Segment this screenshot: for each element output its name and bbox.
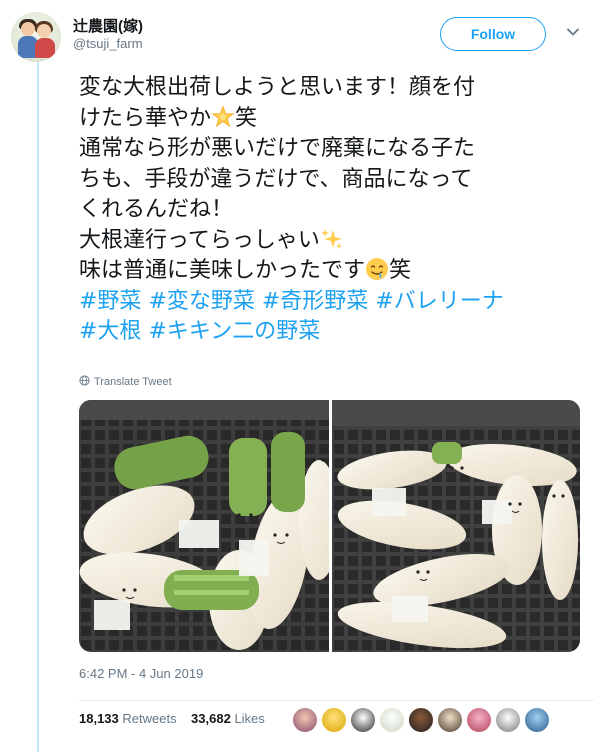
chevron-down-icon[interactable] [566,25,580,39]
tweet-line-text: 笑 [235,105,258,131]
tweet-line-text: 笑 [389,258,412,283]
hashtag-link[interactable]: #変な野菜 [148,289,254,314]
avatar-man-face [21,22,35,36]
likes-label: Likes [234,711,265,726]
retweets-stat[interactable]: 18,133 Retweets [79,711,177,726]
hashtag-line-1: #野菜 #変な野菜 #奇形野菜 #バレリーナ [79,287,594,318]
liker-avatar[interactable] [379,707,405,733]
tweet-line-text: けたら華やか [79,105,212,131]
hashtag-line-2: #大根 #キキン二の野菜 [79,317,594,348]
liker-avatar[interactable] [292,707,318,733]
retweets-label: Retweets [122,711,177,726]
tweet-line-1: 変な大根出荷しようと思います！顔を付 [79,73,594,104]
divider [79,700,594,701]
tweet-line-text: ちも、手段が違うだけで、商品になって [79,166,473,192]
follow-button[interactable]: Follow [440,17,546,51]
avatar-woman-body [35,38,55,58]
tweet-media [79,400,580,652]
liker-avatar[interactable] [466,707,492,733]
drooling-face-emoji-icon [366,258,389,280]
liker-avatar[interactable] [495,707,521,733]
translate-tweet-label: Translate Tweet [94,376,172,388]
likes-count: 33,682 [191,711,231,726]
tweet-stats: 18,133 Retweets 33,682 Likes [79,711,265,726]
tweet-line-5: くれるんだね！ [79,195,594,226]
liker-avatar[interactable] [524,707,550,733]
thread-line [37,58,39,752]
tweet-line-4: ちも、手段が違うだけで、商品になって [79,165,594,196]
photo-daikon-left[interactable] [79,400,329,652]
globe-icon [79,375,90,386]
hashtag-link[interactable]: #大根 [79,319,141,344]
liker-avatar[interactable] [321,707,347,733]
tweet-line-text: 味は普通に美味しかったです [79,258,366,283]
star-emoji-icon [211,104,235,127]
user-display-name[interactable]: 辻農園(嫁) [73,15,143,36]
liker-avatar[interactable] [408,707,434,733]
tweet-line-2: けたら華やか笑 [79,104,594,135]
hashtag-link[interactable]: #野菜 [79,289,141,314]
avatar-woman-face [37,24,51,38]
photo-daikon-right[interactable] [332,400,580,652]
user-handle[interactable]: @tsuji_farm [73,36,143,51]
tweet-text: 変な大根出荷しようと思います！顔を付 けたら華やか笑 通常なら形が悪いだけで廃棄… [79,73,594,348]
translate-tweet-link[interactable]: Translate Tweet [79,375,172,388]
sparkles-emoji-icon [320,228,342,249]
liker-avatar[interactable] [437,707,463,733]
tweet-line-text: くれるんだね！ [79,197,234,222]
likes-stat[interactable]: 33,682 Likes [191,711,265,726]
tweet-line-text: 大根達行ってらっしゃい [79,227,320,253]
tweet-line-3: 通常なら形が悪いだけで廃棄になる子た [79,134,594,165]
retweets-count: 18,133 [79,711,119,726]
tweet-line-text: 通常なら形が悪いだけで廃棄になる子た [79,136,476,161]
user-avatar[interactable] [11,12,61,62]
tweet-line-7: 味は普通に美味しかったです笑 [79,256,594,287]
tweet-line-text: 変な大根出荷しようと思います！顔を付 [79,75,476,100]
hashtag-link[interactable]: #バレリーナ [375,289,503,314]
hashtag-link[interactable]: #キキン二の野菜 [148,319,320,344]
tweet-timestamp[interactable]: 6:42 PM - 4 Jun 2019 [79,666,203,681]
hashtag-link[interactable]: #奇形野菜 [262,289,368,314]
tweet-line-6: 大根達行ってらっしゃい [79,226,594,257]
liker-avatar[interactable] [350,707,376,733]
